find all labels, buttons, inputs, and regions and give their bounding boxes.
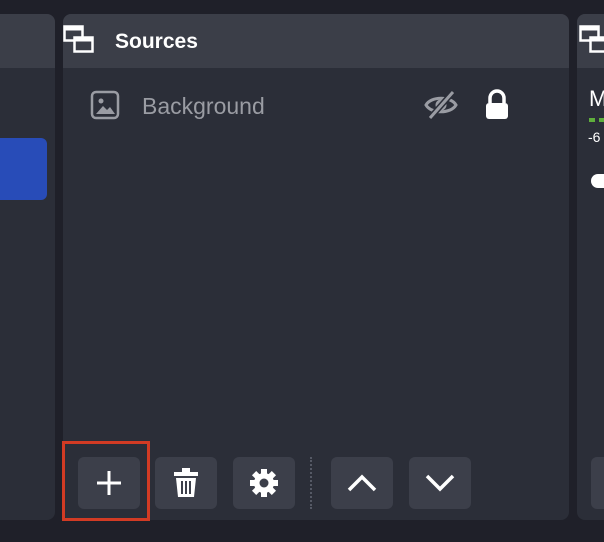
obs-window: Sources Background M -6 bbox=[0, 0, 604, 542]
eye-hidden-icon[interactable] bbox=[424, 89, 458, 121]
volume-meter bbox=[599, 118, 604, 122]
mixer-track-label: M bbox=[589, 86, 604, 111]
selected-scene-item[interactable] bbox=[0, 138, 47, 200]
sources-dock-header: Sources bbox=[63, 14, 569, 68]
audio-mixer-header bbox=[577, 14, 604, 68]
volume-slider-handle[interactable] bbox=[591, 174, 604, 188]
volume-meter bbox=[589, 118, 595, 122]
move-source-down-button[interactable] bbox=[409, 457, 471, 509]
image-icon bbox=[90, 90, 120, 120]
source-item-label: Background bbox=[142, 93, 265, 119]
chevron-up-icon bbox=[347, 474, 377, 492]
remove-source-button[interactable] bbox=[155, 457, 217, 509]
sources-dock: Sources Background bbox=[63, 14, 569, 520]
audio-mixer-dock: M -6 bbox=[577, 14, 604, 520]
move-source-up-button[interactable] bbox=[331, 457, 393, 509]
chevron-down-icon bbox=[425, 474, 455, 492]
source-item-background[interactable]: Background bbox=[63, 86, 569, 126]
dock-undock-icon[interactable] bbox=[579, 25, 604, 55]
plus-icon bbox=[97, 471, 121, 495]
db-readout: -6 bbox=[588, 129, 601, 145]
add-source-button[interactable] bbox=[78, 457, 140, 509]
scenes-dock-header bbox=[0, 14, 55, 68]
toolbar-separator bbox=[310, 457, 312, 509]
source-properties-button[interactable] bbox=[233, 457, 295, 509]
dock-undock-icon[interactable] bbox=[63, 25, 95, 55]
trash-icon bbox=[174, 468, 198, 497]
mixer-toolbar-button[interactable] bbox=[591, 457, 604, 509]
scenes-dock bbox=[0, 14, 55, 520]
sources-dock-title: Sources bbox=[115, 30, 198, 53]
lock-icon[interactable] bbox=[483, 89, 511, 121]
gear-icon bbox=[250, 469, 278, 497]
